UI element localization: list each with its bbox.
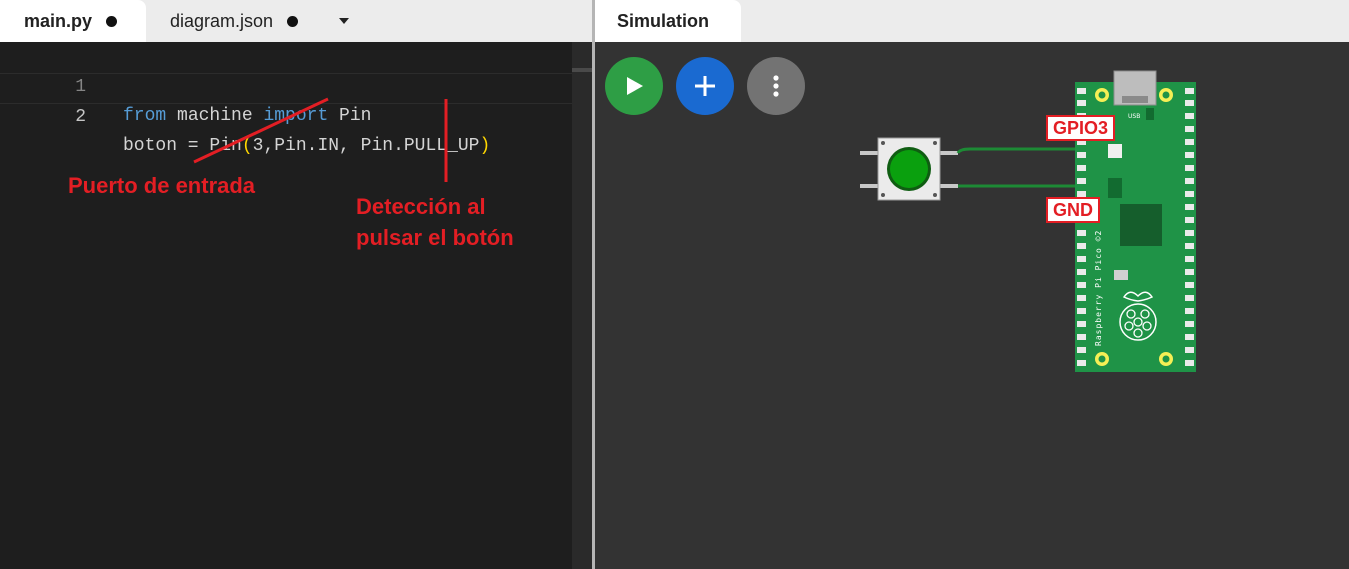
annotation-detect-line1: Detección al (356, 194, 486, 219)
usb-label: USB (1128, 113, 1140, 120)
simulation-tabbar: Simulation (595, 0, 1349, 42)
pin-label-gnd: GND (1046, 197, 1100, 223)
code-editor-panel: main.py diagram.json 1 from machine impo… (0, 0, 592, 569)
board-name-label: Raspberry Pi Pico ©2 (1094, 230, 1103, 346)
annotation-detect-line2: pulsar el botón (356, 225, 514, 250)
annotation-port: Puerto de entrada (68, 173, 256, 198)
circuit-canvas[interactable]: USB Raspberry Pi Pico ©2 (595, 42, 1349, 569)
wires[interactable] (956, 147, 1080, 188)
pushbutton[interactable] (860, 137, 958, 201)
pin-label-gpio3: GPIO3 (1046, 115, 1116, 141)
tab-simulation[interactable]: Simulation (595, 0, 741, 42)
annotation-arrows (193, 97, 448, 182)
